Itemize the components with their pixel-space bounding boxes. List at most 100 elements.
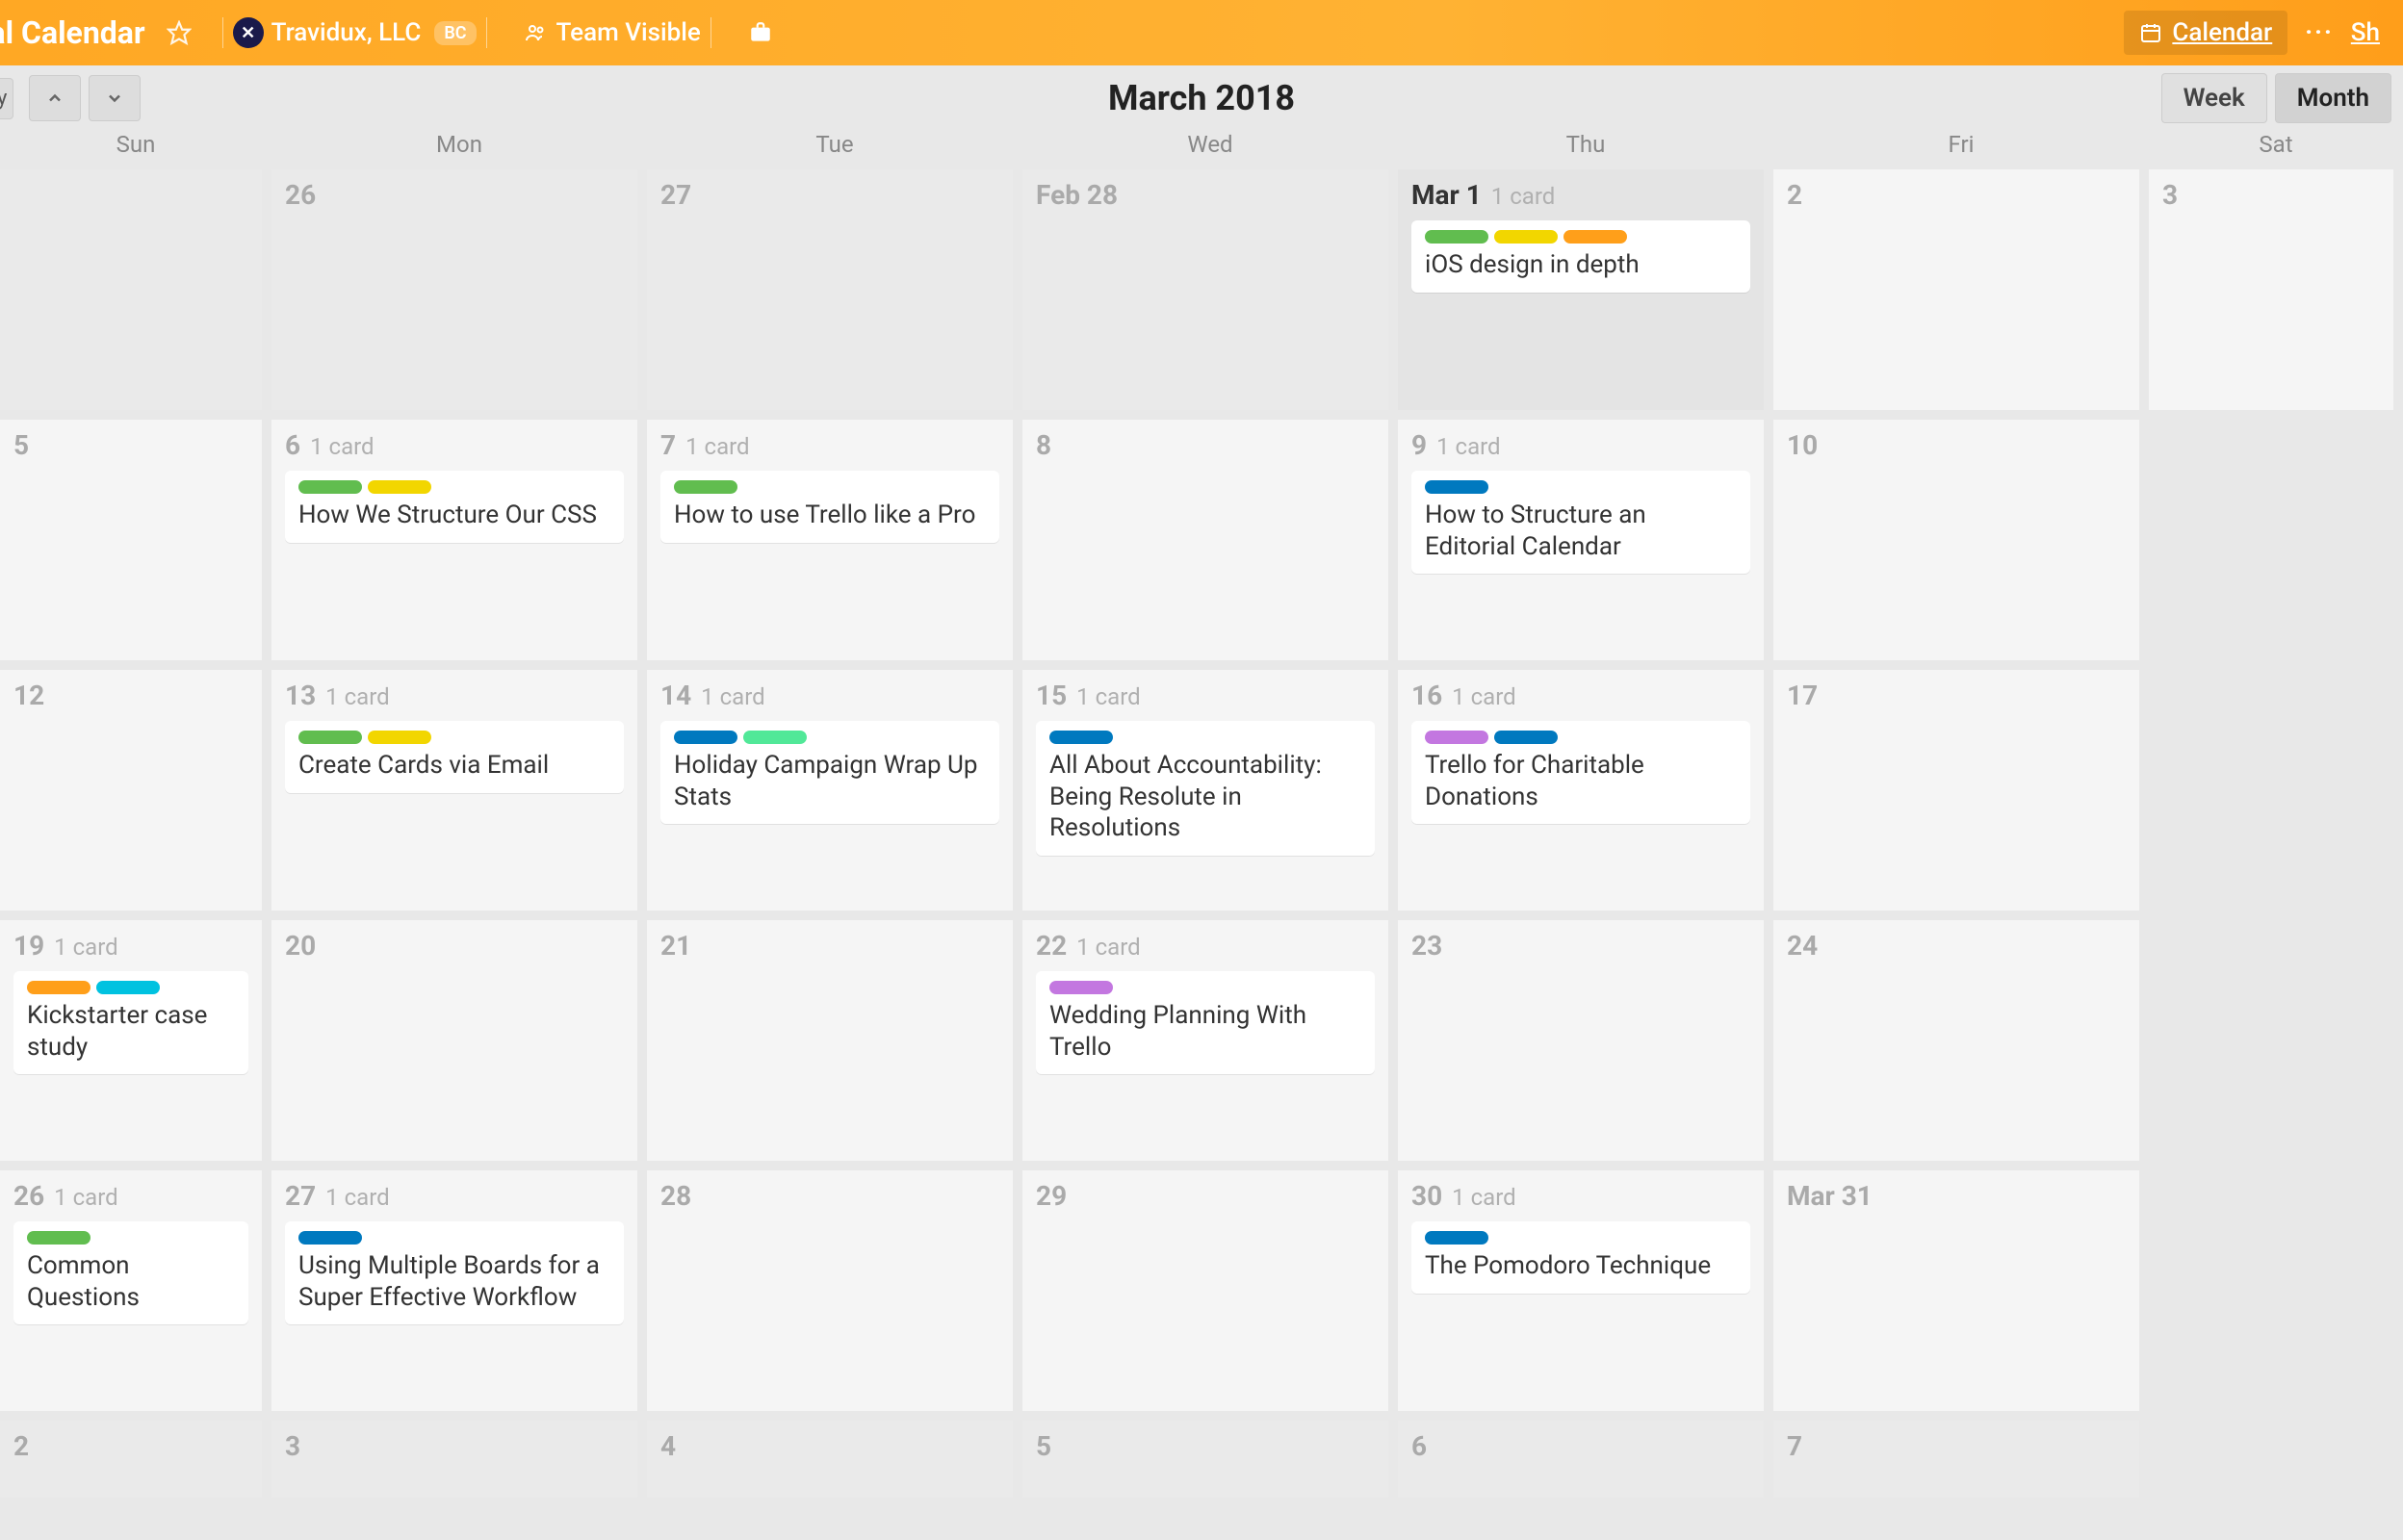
trello-card[interactable]: Trello for Charitable Donations <box>1411 721 1750 824</box>
dow-sat: Sat <box>2149 131 2403 158</box>
label-blue[interactable] <box>1425 1231 1488 1245</box>
trello-card[interactable]: iOS design in depth <box>1411 220 1750 293</box>
calendar-cell[interactable]: 8 <box>1022 420 1398 670</box>
calendar-powerup-button[interactable]: Calendar <box>2124 11 2287 55</box>
label-cyan[interactable] <box>96 981 160 994</box>
trello-card[interactable]: Kickstarter case study <box>13 971 248 1074</box>
label-green[interactable] <box>1425 230 1488 244</box>
star-icon[interactable] <box>167 20 192 45</box>
label-green[interactable] <box>27 1231 90 1245</box>
label-blue[interactable] <box>674 731 737 744</box>
calendar-cell[interactable]: 28 <box>647 1170 1022 1421</box>
card-title: Wedding Planning With Trello <box>1049 1000 1361 1063</box>
month-view-button[interactable]: Month <box>2275 73 2391 123</box>
trello-card[interactable]: How to use Trello like a Pro <box>660 471 999 543</box>
next-month-button[interactable] <box>89 75 141 121</box>
calendar-cell[interactable]: 161 cardTrello for Charitable Donations <box>1398 670 1773 920</box>
calendar-cell[interactable]: 2 <box>0 1421 271 1507</box>
calendar-cell[interactable]: 131 card Create Cards via Email <box>271 670 647 920</box>
calendar-cell[interactable]: 4 <box>647 1421 1022 1507</box>
org-avatar-icon: ✕ <box>233 17 264 48</box>
calendar-cell[interactable]: 221 cardWedding Planning With Trello <box>1022 920 1398 1170</box>
chevron-down-icon <box>105 89 124 108</box>
dow-tue: Tue <box>647 131 1022 158</box>
calendar-cell[interactable]: 141 cardHoliday Campaign Wrap Up Stats <box>647 670 1022 920</box>
calendar-cell[interactable]: 261 cardCommon Questions <box>0 1170 271 1421</box>
calendar-cell[interactable]: 301 cardThe Pomodoro Technique <box>1398 1170 1773 1421</box>
calendar-cell[interactable]: 3 <box>2149 169 2403 420</box>
calendar-cell[interactable]: 20 <box>271 920 647 1170</box>
calendar-cell[interactable]: 12 <box>0 670 271 920</box>
briefcase-icon[interactable] <box>748 20 773 45</box>
calendar-cell[interactable]: 10 <box>1773 420 2149 670</box>
label-blue[interactable] <box>1425 480 1488 494</box>
calendar-cell[interactable] <box>0 169 271 420</box>
calendar-cell[interactable]: 24 <box>1773 920 2149 1170</box>
calendar-cell[interactable]: Mar 11 cardiOS design in depth <box>1398 169 1773 420</box>
label-blue[interactable] <box>298 1231 362 1245</box>
visibility-button[interactable]: Team Visible <box>524 18 701 47</box>
calendar-cell[interactable]: 3 <box>271 1421 647 1507</box>
org-chip[interactable]: ✕ Travidux, LLC BC <box>233 17 477 48</box>
trello-card[interactable]: The Pomodoro Technique <box>1411 1221 1750 1294</box>
trello-card[interactable]: Common Questions <box>13 1221 248 1324</box>
calendar-cell[interactable]: 21 <box>647 920 1022 1170</box>
calendar-cell[interactable]: 5 <box>1022 1421 1398 1507</box>
calendar-grid-tail: 234567 <box>0 1421 2388 1507</box>
calendar-cell[interactable]: 27 <box>647 169 1022 420</box>
calendar-cell[interactable]: 29 <box>1022 1170 1398 1421</box>
label-purple[interactable] <box>1049 981 1113 994</box>
card-count: 1 card <box>1076 934 1141 961</box>
calendar-cell[interactable]: 6 <box>1398 1421 1773 1507</box>
calendar-cell[interactable]: Mar 31 <box>1773 1170 2149 1421</box>
label-blue[interactable] <box>1494 731 1558 744</box>
label-orange[interactable] <box>1563 230 1627 244</box>
calendar-cell[interactable]: 191 cardKickstarter case study <box>0 920 271 1170</box>
label-green[interactable] <box>298 731 362 744</box>
week-view-button[interactable]: Week <box>2161 73 2267 123</box>
calendar-btn-label: Calendar <box>2172 18 2272 47</box>
date-label: 2 <box>13 1430 248 1462</box>
calendar-cell[interactable]: 91 cardHow to Structure an Editorial Cal… <box>1398 420 1773 670</box>
card-labels <box>674 731 986 744</box>
trello-card[interactable]: Create Cards via Email <box>285 721 624 793</box>
label-lime[interactable] <box>743 731 807 744</box>
label-yellow[interactable] <box>368 731 431 744</box>
today-button[interactable]: y <box>0 78 13 119</box>
calendar-cell[interactable]: 5 <box>0 420 271 670</box>
label-yellow[interactable] <box>368 480 431 494</box>
date-label: 21 <box>660 930 999 962</box>
more-menu-icon[interactable]: ··· <box>2305 18 2334 47</box>
card-title: Using Multiple Boards for a Super Effect… <box>298 1250 610 1313</box>
trello-card[interactable]: Holiday Campaign Wrap Up Stats <box>660 721 999 824</box>
label-orange[interactable] <box>27 981 90 994</box>
card-count: 1 card <box>685 433 750 460</box>
calendar-cell[interactable]: 23 <box>1398 920 1773 1170</box>
label-green[interactable] <box>674 480 737 494</box>
label-blue[interactable] <box>1049 731 1113 744</box>
trello-card[interactable]: All About Accountability: Being Resolute… <box>1036 721 1375 856</box>
date-label: 10 <box>1787 429 2126 461</box>
trello-card[interactable]: How to Structure an Editorial Calendar <box>1411 471 1750 574</box>
trello-card[interactable]: How We Structure Our CSS <box>285 471 624 543</box>
calendar-cell[interactable]: 61 cardHow We Structure Our CSS <box>271 420 647 670</box>
trello-card[interactable]: Wedding Planning With Trello <box>1036 971 1375 1074</box>
date-label: 131 card <box>285 680 624 711</box>
trello-card[interactable]: Using Multiple Boards for a Super Effect… <box>285 1221 624 1324</box>
label-yellow[interactable] <box>1494 230 1558 244</box>
date-label: 7 <box>1787 1430 2126 1462</box>
calendar-cell[interactable]: 71 cardHow to use Trello like a Pro <box>647 420 1022 670</box>
calendar-cell[interactable]: 7 <box>1773 1421 2149 1507</box>
calendar-cell[interactable]: 2 <box>1773 169 2149 420</box>
show-menu-link[interactable]: Sh <box>2351 18 2380 47</box>
calendar-cell[interactable]: 151 cardAll About Accountability: Being … <box>1022 670 1398 920</box>
visibility-label: Team Visible <box>556 18 701 47</box>
prev-month-button[interactable] <box>29 75 81 121</box>
calendar-cell[interactable]: 26 <box>271 169 647 420</box>
calendar-cell[interactable]: 271 cardUsing Multiple Boards for a Supe… <box>271 1170 647 1421</box>
calendar-cell[interactable]: Feb 28 <box>1022 169 1398 420</box>
calendar-cell[interactable]: 17 <box>1773 670 2149 920</box>
label-purple[interactable] <box>1425 731 1488 744</box>
date-label: 5 <box>13 429 248 461</box>
label-green[interactable] <box>298 480 362 494</box>
